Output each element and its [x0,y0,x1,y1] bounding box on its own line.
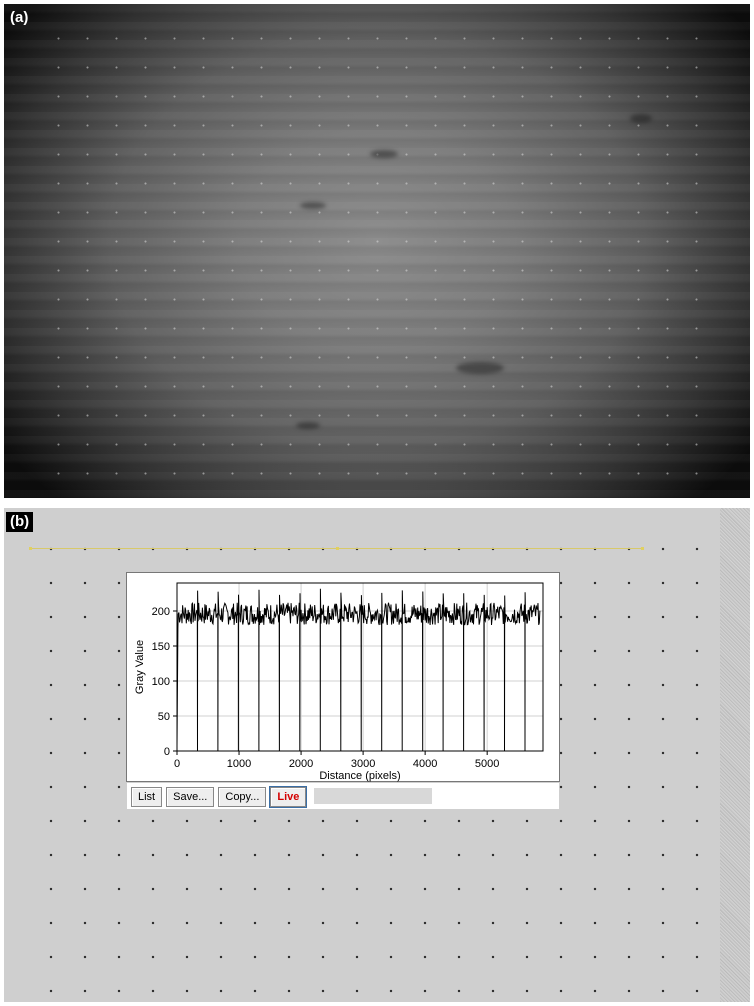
x-tick-label: 3000 [351,758,375,770]
x-tick-label: 4000 [413,758,437,770]
line-handle-mid[interactable] [336,547,339,550]
x-tick-label: 5000 [475,758,499,770]
image-artifact [630,114,652,123]
image-artifact [456,362,504,374]
plot-toolbar-buttons: List Save... Copy... Live [131,786,433,808]
line-handle-end[interactable] [641,547,644,550]
line-handle-start[interactable] [29,547,32,550]
y-axis-label: Gray Value [134,640,146,694]
copy-button[interactable]: Copy... [218,787,267,807]
panel-label-a: (a) [10,9,29,26]
y-tick-label: 50 [158,711,170,723]
y-tick-label: 150 [152,641,170,653]
image-artifact [300,202,326,209]
y-tick-label: 0 [164,746,170,758]
x-axis-label: Distance (pixels) [319,770,400,782]
edge-noise [720,508,750,1002]
x-tick-label: 1000 [227,758,251,770]
y-tick-label: 100 [152,676,170,688]
calibration-dot-grid [44,24,710,478]
x-tick-label: 2000 [289,758,313,770]
image-panel-a [4,4,750,498]
image-artifact [370,150,398,158]
profile-series-line [176,588,541,752]
profile-chart: 0501001502000 1000 2000 3000 4000 5000Distanc… [134,582,544,782]
list-button[interactable]: List [131,787,163,807]
status-field [314,788,433,804]
y-tick-label: 200 [152,606,170,618]
live-button[interactable]: Live [269,786,308,808]
image-artifact [296,422,320,429]
save-button[interactable]: Save... [166,787,215,807]
plot-profile-window: 0 50 100 150 200 0 1000 2000 3000 4000 5000 Distanc… [126,572,560,809]
x-tick-label: 0 [174,758,180,770]
panel-label-b: (b) [6,512,34,532]
